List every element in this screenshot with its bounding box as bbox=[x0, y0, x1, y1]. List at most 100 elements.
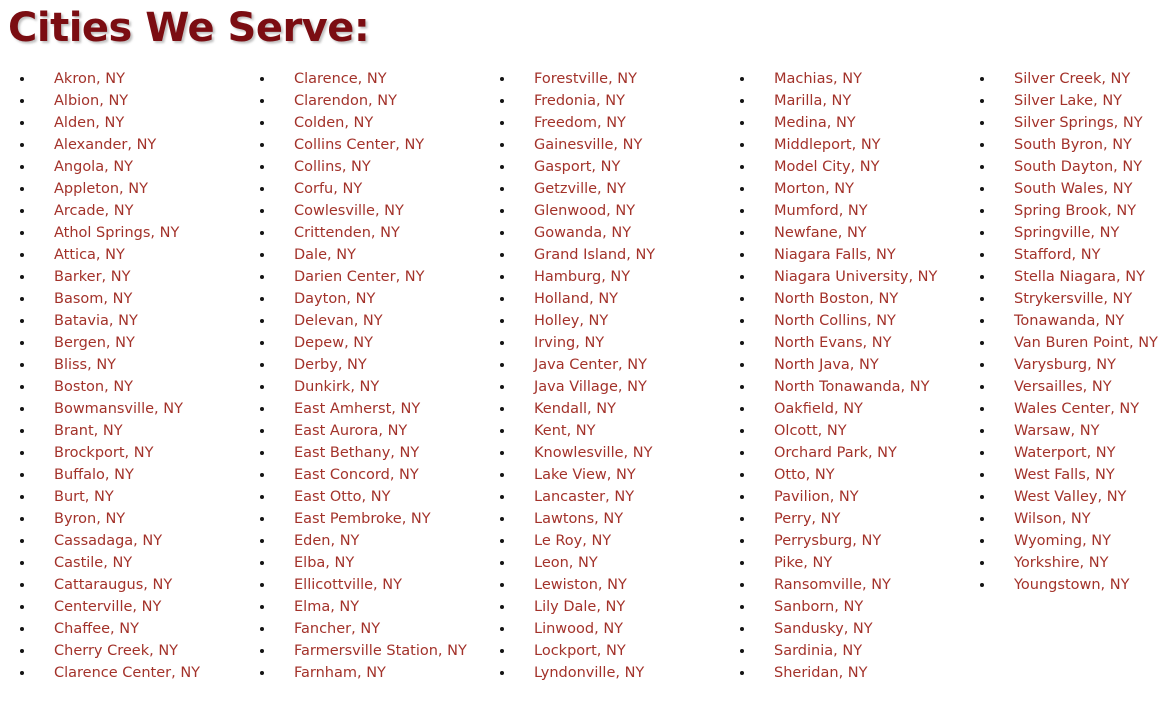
bullet-dot-icon bbox=[260, 574, 266, 596]
city-name: Morton, NY bbox=[774, 181, 855, 197]
city-name: Boston, NY bbox=[54, 379, 134, 395]
city-name: Gainesville, NY bbox=[534, 137, 643, 153]
list-item: Derby, NY bbox=[240, 354, 480, 376]
city-name: Alexander, NY bbox=[54, 137, 157, 153]
list-item: Silver Creek, NY bbox=[960, 68, 1152, 90]
city-name: Sardinia, NY bbox=[774, 643, 863, 659]
list-item: Stella Niagara, NY bbox=[960, 266, 1152, 288]
city-name: Centerville, NY bbox=[54, 599, 162, 615]
list-item: Niagara Falls, NY bbox=[720, 244, 960, 266]
bullet-dot-icon bbox=[260, 442, 266, 464]
city-name: Brockport, NY bbox=[54, 445, 154, 461]
list-item: Elba, NY bbox=[240, 552, 480, 574]
list-item: Spring Brook, NY bbox=[960, 200, 1152, 222]
bullet-dot-icon bbox=[20, 552, 26, 574]
list-item: Cattaraugus, NY bbox=[0, 574, 240, 596]
city-name: Gasport, NY bbox=[534, 159, 621, 175]
bullet-dot-icon bbox=[260, 376, 266, 398]
list-item: Delevan, NY bbox=[240, 310, 480, 332]
bullet-dot-icon bbox=[740, 266, 746, 288]
bullet-dot-icon bbox=[20, 222, 26, 244]
bullet-dot-icon bbox=[500, 640, 506, 662]
bullet-dot-icon bbox=[500, 376, 506, 398]
city-name: Niagara Falls, NY bbox=[774, 247, 896, 263]
city-name: Gowanda, NY bbox=[534, 225, 632, 241]
bullet-dot-icon bbox=[20, 596, 26, 618]
city-name: Bergen, NY bbox=[54, 335, 135, 351]
bullet-dot-icon bbox=[980, 244, 986, 266]
list-item: Bergen, NY bbox=[0, 332, 240, 354]
bullet-dot-icon bbox=[20, 662, 26, 684]
bullet-dot-icon bbox=[980, 156, 986, 178]
list-item: Byron, NY bbox=[0, 508, 240, 530]
bullet-dot-icon bbox=[20, 90, 26, 112]
city-name: Darien Center, NY bbox=[294, 269, 425, 285]
list-item: Athol Springs, NY bbox=[0, 222, 240, 244]
bullet-dot-icon bbox=[20, 464, 26, 486]
list-item: Cherry Creek, NY bbox=[0, 640, 240, 662]
list-item: Barker, NY bbox=[0, 266, 240, 288]
bullet-dot-icon bbox=[740, 332, 746, 354]
bullet-dot-icon bbox=[500, 486, 506, 508]
list-item: Cassadaga, NY bbox=[0, 530, 240, 552]
bullet-dot-icon bbox=[980, 332, 986, 354]
city-name: Strykersville, NY bbox=[1014, 291, 1133, 307]
bullet-dot-icon bbox=[500, 156, 506, 178]
city-name: Barker, NY bbox=[54, 269, 131, 285]
city-name: Akron, NY bbox=[54, 71, 125, 87]
city-name: Colden, NY bbox=[294, 115, 374, 131]
city-name: East Aurora, NY bbox=[294, 423, 408, 439]
city-name: Alden, NY bbox=[54, 115, 125, 131]
bullet-dot-icon bbox=[980, 530, 986, 552]
city-name: Marilla, NY bbox=[774, 93, 852, 109]
list-item: Collins Center, NY bbox=[240, 134, 480, 156]
bullet-dot-icon bbox=[980, 288, 986, 310]
bullet-dot-icon bbox=[20, 618, 26, 640]
list-item: Eden, NY bbox=[240, 530, 480, 552]
city-name: Clarendon, NY bbox=[294, 93, 397, 109]
list-item: Linwood, NY bbox=[480, 618, 720, 640]
bullet-dot-icon bbox=[260, 530, 266, 552]
bullet-dot-icon bbox=[500, 508, 506, 530]
bullet-dot-icon bbox=[260, 618, 266, 640]
city-name: Forestville, NY bbox=[534, 71, 638, 87]
city-name: Van Buren Point, NY bbox=[1014, 335, 1158, 351]
list-item: Gainesville, NY bbox=[480, 134, 720, 156]
city-name: Stafford, NY bbox=[1014, 247, 1101, 263]
city-name: Lawtons, NY bbox=[534, 511, 624, 527]
bullet-dot-icon bbox=[500, 288, 506, 310]
bullet-dot-icon bbox=[20, 530, 26, 552]
bullet-dot-icon bbox=[740, 420, 746, 442]
bullet-dot-icon bbox=[500, 134, 506, 156]
list-item: East Aurora, NY bbox=[240, 420, 480, 442]
city-name: Cowlesville, NY bbox=[294, 203, 404, 219]
bullet-dot-icon bbox=[740, 156, 746, 178]
bullet-dot-icon bbox=[20, 156, 26, 178]
list-item: South Byron, NY bbox=[960, 134, 1152, 156]
city-column: Machias, NY Marilla, NY Medina, NY Middlepo… bbox=[720, 68, 960, 684]
bullet-dot-icon bbox=[500, 200, 506, 222]
city-name: Buffalo, NY bbox=[54, 467, 134, 483]
bullet-dot-icon bbox=[980, 442, 986, 464]
city-column: Forestville, NY Fredonia, NY Freedom, NY Ga… bbox=[480, 68, 720, 684]
city-name: Oakfield, NY bbox=[774, 401, 863, 417]
city-list: Forestville, NY Fredonia, NY Freedom, NY Ga… bbox=[480, 68, 720, 684]
city-name: Dunkirk, NY bbox=[294, 379, 380, 395]
bullet-dot-icon bbox=[20, 178, 26, 200]
city-name: Otto, NY bbox=[774, 467, 835, 483]
list-item: Albion, NY bbox=[0, 90, 240, 112]
city-name: Kendall, NY bbox=[534, 401, 616, 417]
city-name: South Dayton, NY bbox=[1014, 159, 1143, 175]
city-name: East Amherst, NY bbox=[294, 401, 421, 417]
list-item: Dale, NY bbox=[240, 244, 480, 266]
list-item: Leon, NY bbox=[480, 552, 720, 574]
list-item: Machias, NY bbox=[720, 68, 960, 90]
list-item: Fancher, NY bbox=[240, 618, 480, 640]
city-name: Fredonia, NY bbox=[534, 93, 625, 109]
list-item: Tonawanda, NY bbox=[960, 310, 1152, 332]
bullet-dot-icon bbox=[20, 332, 26, 354]
city-name: Mumford, NY bbox=[774, 203, 868, 219]
list-item: East Otto, NY bbox=[240, 486, 480, 508]
bullet-dot-icon bbox=[260, 398, 266, 420]
list-item: East Bethany, NY bbox=[240, 442, 480, 464]
